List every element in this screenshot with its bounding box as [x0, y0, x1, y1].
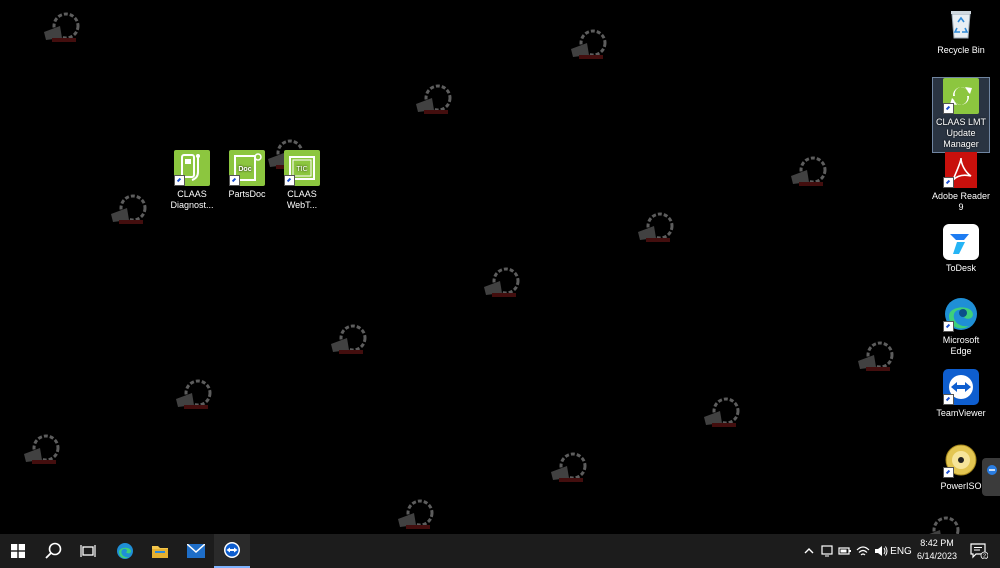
search-icon [45, 542, 62, 559]
watermark-icon [551, 452, 587, 482]
tray-meet-now[interactable] [818, 534, 836, 568]
shortcut-arrow-icon [284, 175, 295, 186]
watermark-icon [858, 341, 894, 371]
shortcut-arrow-icon [943, 321, 954, 332]
watermark-icon [484, 267, 520, 297]
desktop-icon-adobe-reader[interactable]: Adobe Reader 9 [931, 152, 991, 213]
clock-date: 6/14/2023 [916, 551, 958, 561]
edge-icon [943, 296, 979, 332]
shortcut-arrow-icon [943, 394, 954, 405]
taskbar-edge[interactable] [107, 534, 143, 568]
folder-icon [152, 546, 168, 558]
watermark-icon [791, 156, 827, 186]
desktop-icon-recycle-bin[interactable]: Recycle Bin [931, 6, 991, 56]
desktop-icon-todesk[interactable]: ToDesk [931, 224, 991, 274]
teamviewer-small-icon [987, 465, 997, 475]
battery-icon [838, 547, 851, 555]
watermark-icon [704, 397, 740, 427]
monitor-icon [821, 545, 833, 557]
task-view-button[interactable] [70, 534, 106, 568]
teamviewer-icon [943, 369, 979, 405]
notification-count: 2 [983, 554, 986, 560]
watermark-icon [24, 434, 60, 464]
watermark-icon [398, 499, 434, 529]
notification-icon: 2 [970, 543, 988, 559]
watermark-icon [571, 29, 607, 59]
show-hidden-icons-button[interactable] [800, 534, 818, 568]
teamviewer-icon [224, 542, 240, 558]
claas-update-manager-icon [943, 78, 979, 114]
shortcut-arrow-icon [943, 103, 954, 114]
adobe-reader-icon [943, 152, 979, 188]
teamviewer-side-tab[interactable] [982, 458, 1000, 496]
shortcut-arrow-icon [229, 175, 240, 186]
task-view-icon [80, 545, 96, 557]
windows-logo-icon [11, 544, 25, 558]
edge-icon [117, 543, 133, 559]
wifi-icon [856, 546, 870, 556]
claas-diagnostic-icon [174, 150, 210, 186]
desktop-icon-partsdoc[interactable]: Doc PartsDoc [217, 150, 277, 200]
recycle-bin-icon [943, 6, 979, 42]
desktop-icon-claas-update-manager[interactable]: CLAAS LMT Update Manager [932, 77, 990, 153]
tray-network[interactable] [854, 534, 872, 568]
tray-battery[interactable] [836, 534, 854, 568]
desktop[interactable]: CLAAS Diagnost... Doc PartsDoc TIC CLAAS… [0, 0, 1000, 546]
desktop-icon-claas-webtic[interactable]: TIC CLAAS WebT... [272, 150, 332, 211]
watermark-icon [44, 12, 80, 42]
action-center-button[interactable]: 2 [966, 534, 992, 568]
taskbar-teamviewer[interactable] [214, 534, 250, 568]
speaker-icon [875, 546, 888, 556]
chevron-up-icon [804, 548, 814, 554]
shortcut-arrow-icon [174, 175, 185, 186]
poweriso-icon [943, 442, 979, 478]
watermark-icon [176, 379, 212, 409]
start-button[interactable] [0, 534, 36, 568]
watermark-icon [331, 324, 367, 354]
tray-clock[interactable]: 8:42 PM 6/14/2023 [908, 537, 966, 563]
desktop-icon-teamviewer[interactable]: TeamViewer [931, 369, 991, 419]
mail-icon [187, 544, 205, 558]
clock-time: 8:42 PM [920, 538, 954, 548]
search-button[interactable] [36, 534, 72, 568]
claas-webtic-icon: TIC [284, 150, 320, 186]
shortcut-arrow-icon [943, 177, 954, 188]
svg-text:TIC: TIC [296, 166, 307, 173]
watermark-icon [416, 84, 452, 114]
taskbar: ENG 8:42 PM 6/14/2023 2 [0, 534, 1000, 568]
taskbar-file-explorer[interactable] [142, 534, 178, 568]
tray-volume[interactable] [872, 534, 890, 568]
desktop-icon-edge[interactable]: Microsoft Edge [931, 296, 991, 357]
todesk-icon [943, 224, 979, 260]
shortcut-arrow-icon [943, 467, 954, 478]
watermark-icon [111, 194, 147, 224]
partsdoc-icon: Doc [229, 150, 265, 186]
taskbar-mail[interactable] [178, 534, 214, 568]
desktop-icon-claas-diagnostic[interactable]: CLAAS Diagnost... [162, 150, 222, 211]
watermark-icon [638, 212, 674, 242]
svg-text:Doc: Doc [238, 166, 251, 173]
